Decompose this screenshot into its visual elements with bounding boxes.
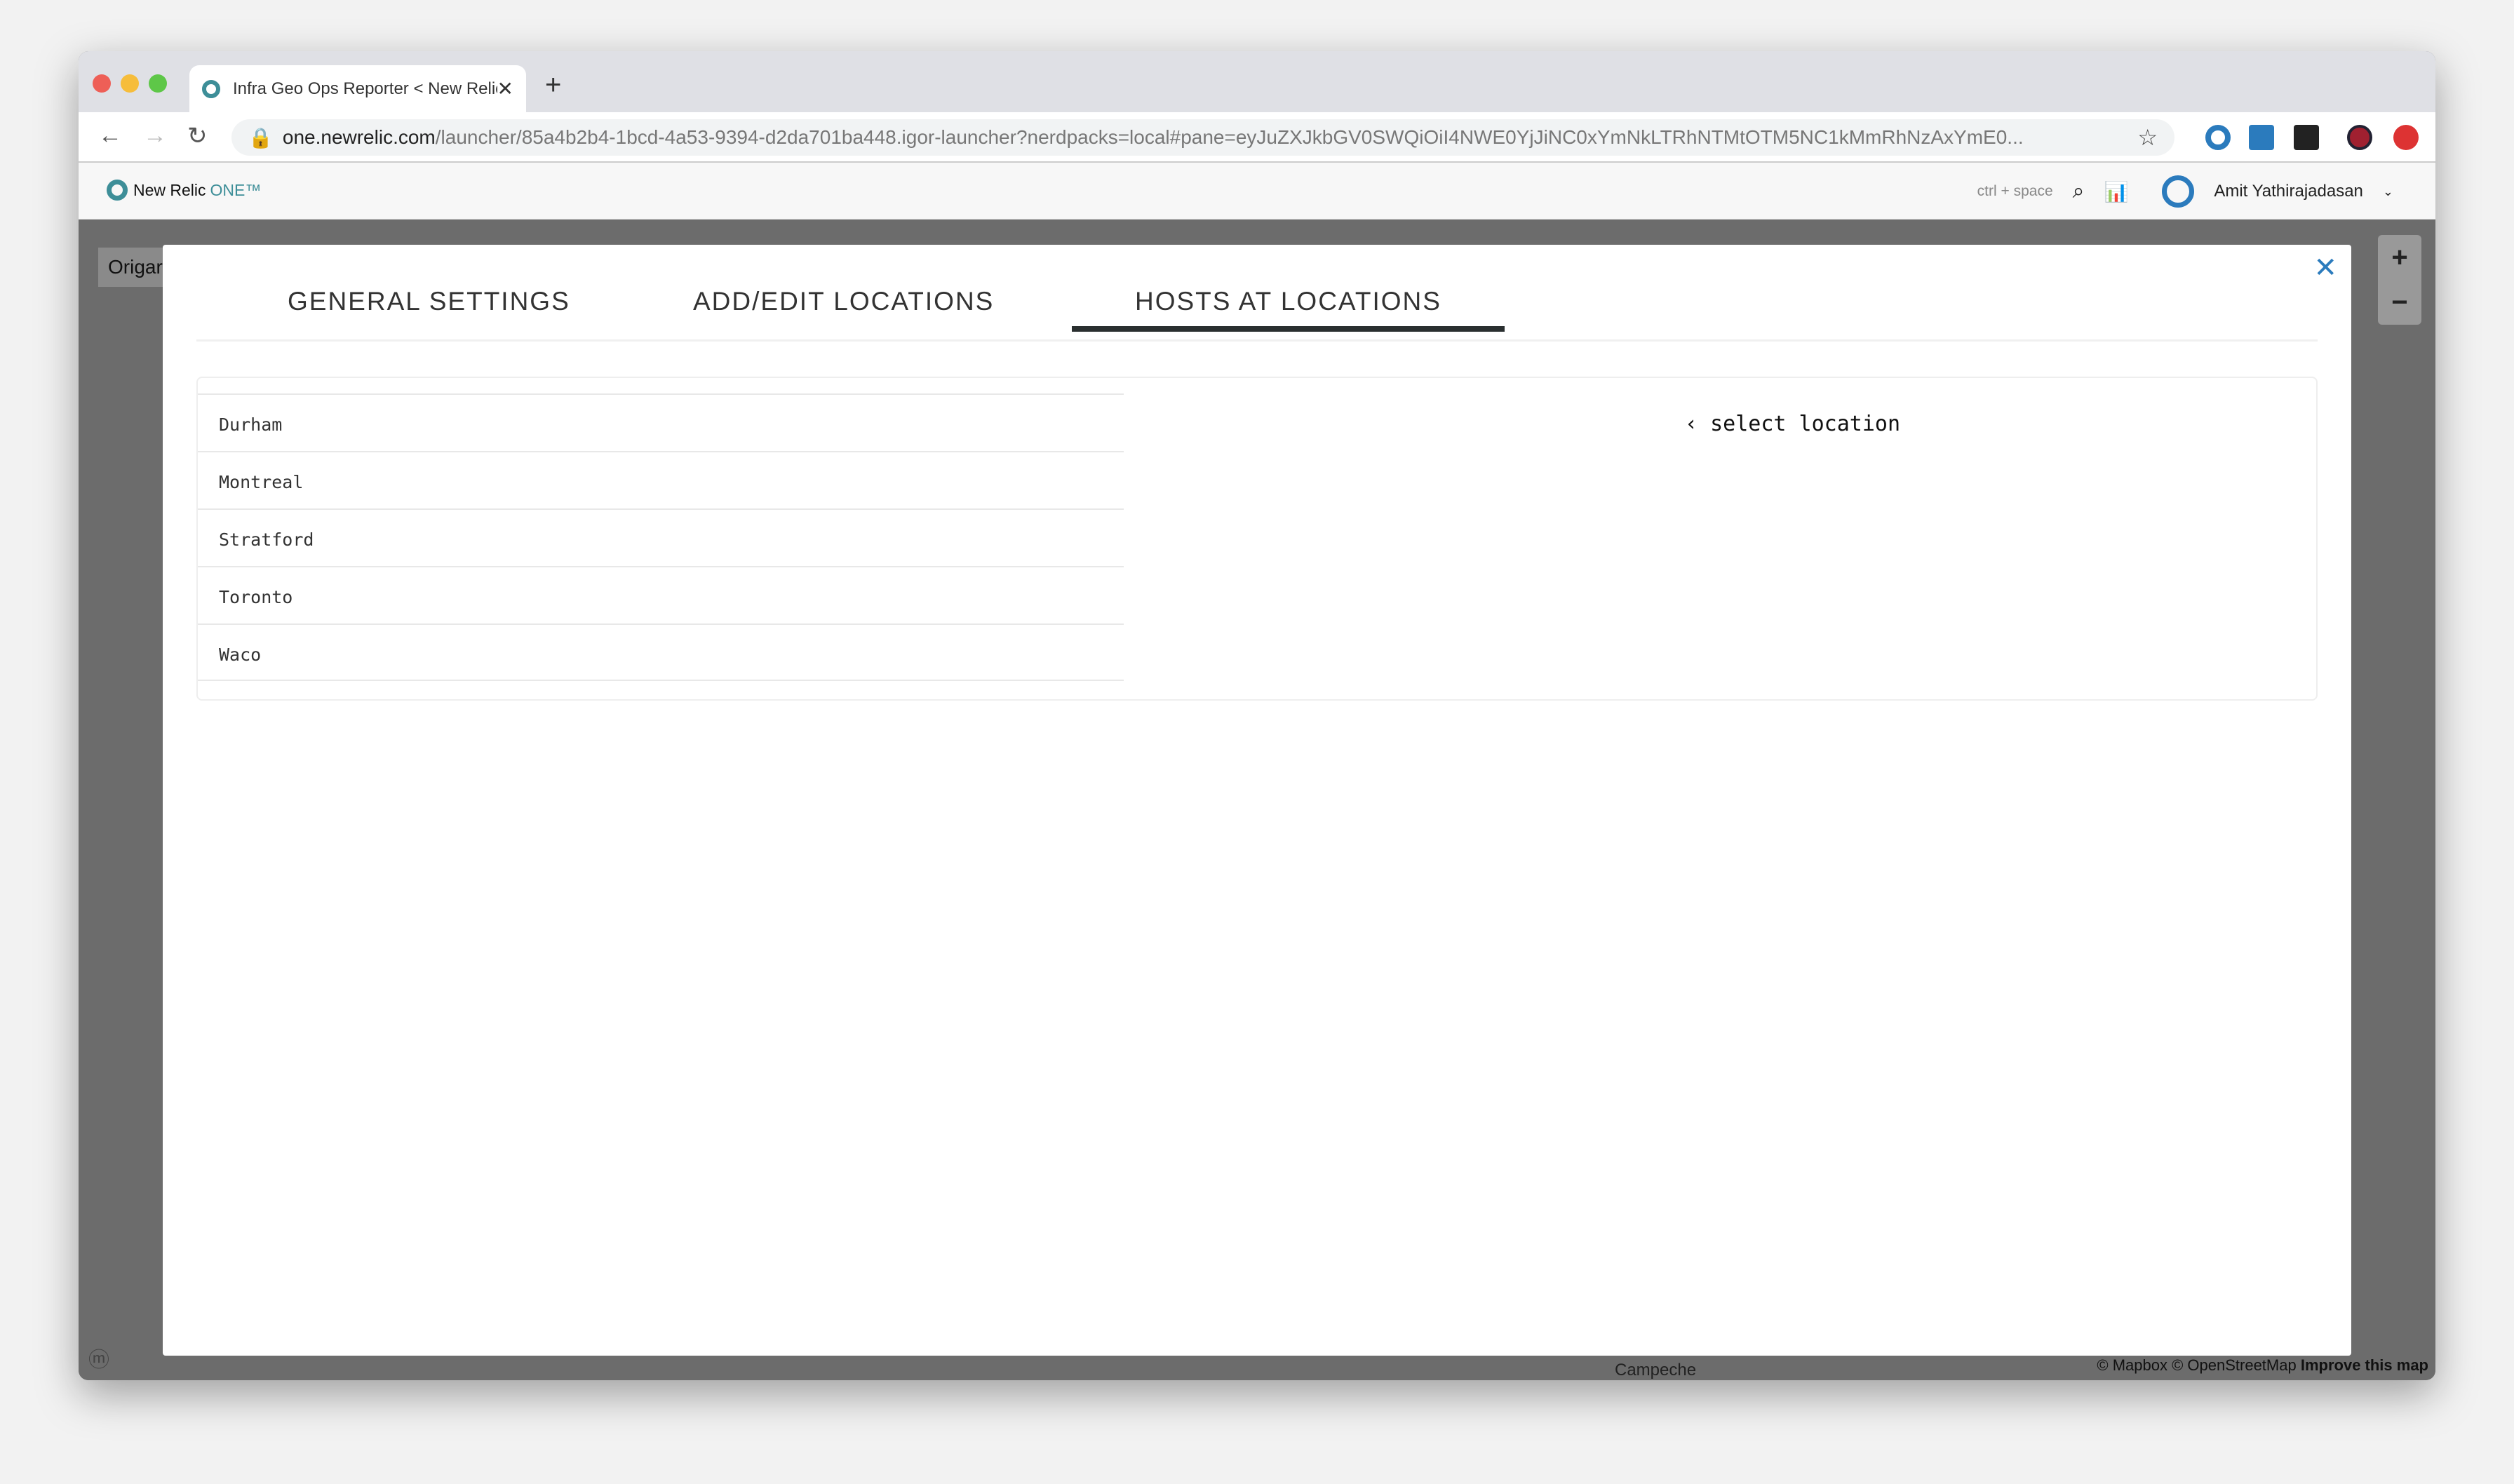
mapbox-logo[interactable]: ⓜ [88, 1342, 109, 1373]
location-item[interactable]: Montreal [198, 451, 1124, 508]
newrelic-logo-icon [107, 180, 128, 201]
settings-modal: ✕ GENERAL SETTINGS ADD/EDIT LOCATIONS HO… [163, 245, 2351, 1356]
modal-tabs: GENERAL SETTINGS ADD/EDIT LOCATIONS HOST… [196, 245, 2318, 342]
extension-icon[interactable] [2249, 125, 2274, 150]
browser-window: Infra Geo Ops Reporter < New Relic One ✕… [79, 51, 2435, 1380]
maximize-window-button[interactable] [149, 74, 167, 93]
avatar[interactable] [2162, 175, 2195, 208]
map-place-label: Campeche [1615, 1361, 1697, 1380]
newrelic-favicon-icon [202, 79, 220, 98]
map-zoom-controls: + − [2378, 235, 2421, 325]
bookmark-star-icon[interactable]: ☆ [2137, 124, 2158, 151]
close-window-button[interactable] [93, 74, 111, 93]
location-item[interactable]: Durham [198, 393, 1124, 451]
extension-icon[interactable] [2393, 125, 2419, 150]
extension-icon[interactable] [2205, 125, 2231, 150]
address-bar-row: ← → ↻ 🔒 one.newrelic.com/launcher/85a4b2… [79, 112, 2435, 163]
hosts-panel: Durham Montreal Stratford Toronto Waco ‹… [196, 377, 2318, 701]
map[interactable]: Origar + − ⓜ Campeche © Mapbox © OpenStr… [79, 220, 2435, 1380]
lock-icon: 🔒 [248, 126, 273, 149]
add-chart-icon[interactable]: 📊 [2104, 180, 2128, 203]
reload-icon[interactable]: ↻ [187, 122, 208, 150]
user-menu[interactable]: Amit Yathirajadasan [2214, 182, 2363, 201]
location-item[interactable]: Toronto [198, 566, 1124, 623]
zoom-in-button[interactable]: + [2378, 235, 2421, 280]
back-icon[interactable]: ← [98, 122, 122, 149]
new-tab-button[interactable]: + [545, 69, 561, 101]
tab-general-settings[interactable]: GENERAL SETTINGS [288, 287, 570, 329]
location-item[interactable]: Stratford [198, 508, 1124, 566]
react-devtools-icon[interactable] [2294, 125, 2319, 150]
chevron-left-icon: ‹ [1685, 412, 1698, 436]
select-location-prompt: ‹ select location [1685, 412, 1901, 436]
extension-icon[interactable] [2347, 125, 2372, 150]
location-item[interactable]: Waco [198, 623, 1124, 681]
map-attribution: © Mapbox © OpenStreetMap Improve this ma… [2097, 1356, 2428, 1374]
tab-bar: Infra Geo Ops Reporter < New Relic One ✕… [79, 51, 2435, 112]
zoom-out-button[interactable]: − [2378, 280, 2421, 325]
search-icon[interactable]: ⌕ [2073, 180, 2085, 203]
url-input[interactable]: 🔒 one.newrelic.com/launcher/85a4b2b4-1bc… [231, 119, 2174, 156]
browser-tab[interactable]: Infra Geo Ops Reporter < New Relic One ✕ [189, 65, 526, 112]
newrelic-header: New Relic ONE™ ctrl + space ⌕ 📊 Amit Yath… [79, 163, 2435, 220]
forward-icon[interactable]: → [143, 122, 167, 149]
tab-hosts-at-locations[interactable]: HOSTS AT LOCATIONS [1072, 287, 1505, 332]
minimize-window-button[interactable] [121, 74, 139, 93]
newrelic-logo[interactable]: New Relic ONE™ [107, 180, 261, 201]
tab-add-edit-locations[interactable]: ADD/EDIT LOCATIONS [693, 287, 994, 329]
chevron-down-icon[interactable]: ⌄ [2383, 184, 2393, 199]
close-tab-icon[interactable]: ✕ [497, 77, 513, 100]
improve-map-link[interactable]: Improve this map [2301, 1356, 2428, 1374]
